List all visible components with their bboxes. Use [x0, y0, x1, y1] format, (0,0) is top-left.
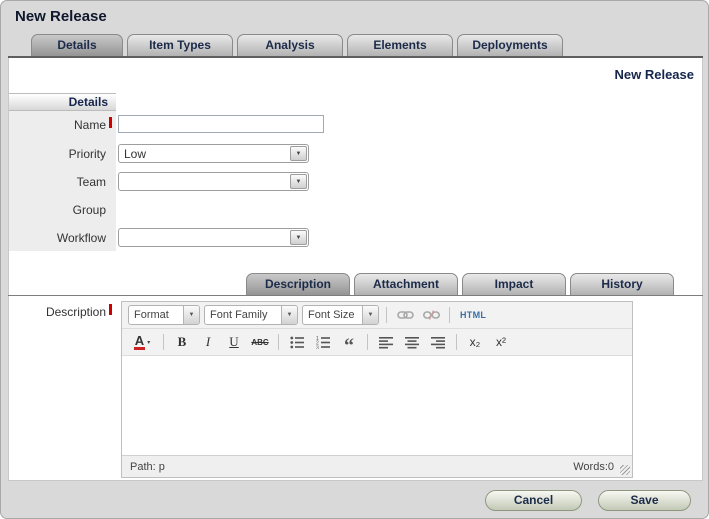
dropdown-arrow-icon: ▼ [362, 306, 378, 324]
toolbar-separator [367, 334, 368, 350]
font-size-select-value: Font Size [308, 309, 354, 321]
align-center-button[interactable] [401, 331, 423, 353]
numbered-list-button[interactable]: 1 2 3 [312, 331, 334, 353]
page-heading: New Release [615, 67, 695, 82]
tab-item-types[interactable]: Item Types [127, 34, 233, 56]
tab-description[interactable]: Description [246, 273, 350, 295]
toolbar-separator [449, 307, 450, 323]
blockquote-button[interactable]: “ [338, 331, 360, 353]
font-color-button[interactable]: A ▾ [128, 331, 156, 353]
bullet-list-button[interactable] [286, 331, 308, 353]
description-required-marker [109, 304, 112, 315]
group-label: Group [9, 203, 106, 217]
tab-elements[interactable]: Elements [347, 34, 453, 56]
priority-select[interactable]: Low ▼ [118, 144, 309, 163]
tab-deployments[interactable]: Deployments [457, 34, 563, 56]
new-release-window: New Release Details Item Types Analysis … [0, 0, 709, 519]
tab-history[interactable]: History [570, 273, 674, 295]
editor-toolbar-bottom: A ▾ B I U ABC 1 2 3 [122, 329, 632, 356]
tab-attachment[interactable]: Attachment [354, 273, 458, 295]
align-left-icon [379, 336, 394, 349]
workflow-select[interactable]: ▼ [118, 228, 309, 247]
priority-select-value: Low [124, 147, 146, 161]
toolbar-separator [278, 334, 279, 350]
priority-label: Priority [9, 147, 106, 161]
dropdown-arrow-icon[interactable]: ▼ [290, 230, 307, 245]
name-input[interactable] [118, 115, 324, 133]
dropdown-arrow-icon: ▼ [183, 306, 199, 324]
unlink-icon [423, 309, 440, 321]
dropdown-arrow-icon[interactable]: ▼ [290, 146, 307, 161]
editor-tab-divider [8, 295, 703, 296]
align-right-button[interactable] [427, 331, 449, 353]
editor-content[interactable] [122, 356, 632, 456]
toolbar-separator [456, 334, 457, 350]
resize-handle[interactable] [620, 465, 630, 475]
superscript-button[interactable]: x² [490, 331, 512, 353]
tab-analysis[interactable]: Analysis [237, 34, 343, 56]
html-source-button[interactable]: HTML [457, 304, 489, 326]
save-button[interactable]: Save [598, 490, 691, 511]
format-select[interactable]: Format ▼ [128, 305, 200, 325]
editor-toolbar-top: Format ▼ Font Family ▼ Font Size ▼ [122, 302, 632, 329]
align-right-icon [431, 336, 446, 349]
tab-details[interactable]: Details [31, 34, 123, 56]
cancel-button[interactable]: Cancel [485, 490, 582, 511]
bold-button[interactable]: B [171, 331, 193, 353]
font-size-select[interactable]: Font Size ▼ [302, 305, 379, 325]
font-family-select[interactable]: Font Family ▼ [204, 305, 298, 325]
toolbar-separator [386, 307, 387, 323]
bullet-list-icon [290, 336, 305, 349]
format-select-value: Format [134, 309, 169, 321]
team-label: Team [9, 175, 106, 189]
italic-button[interactable]: I [197, 331, 219, 353]
toolbar-separator [163, 334, 164, 350]
svg-text:3: 3 [316, 345, 319, 349]
rich-text-editor: Format ▼ Font Family ▼ Font Size ▼ [121, 301, 633, 478]
tab-impact[interactable]: Impact [462, 273, 566, 295]
font-family-select-value: Font Family [210, 309, 267, 321]
editor-word-count: Words:0 [573, 461, 614, 473]
font-color-icon: A [134, 335, 145, 350]
align-left-button[interactable] [375, 331, 397, 353]
team-select[interactable]: ▼ [118, 172, 309, 191]
window-title: New Release [15, 8, 107, 25]
name-required-marker [109, 117, 112, 128]
workflow-label: Workflow [9, 231, 106, 245]
subscript-button[interactable]: x₂ [464, 331, 486, 353]
insert-link-button[interactable] [394, 304, 416, 326]
editor-status-bar: Path: p Words:0 [122, 456, 632, 477]
link-icon [397, 309, 414, 321]
strikethrough-button[interactable]: ABC [249, 331, 271, 353]
details-section-header: Details [9, 93, 116, 111]
dropdown-arrow-icon: ▼ [281, 306, 297, 324]
remove-link-button[interactable] [420, 304, 442, 326]
dropdown-arrow-icon[interactable]: ▼ [290, 174, 307, 189]
underline-button[interactable]: U [223, 331, 245, 353]
editor-path-label: Path: p [130, 461, 165, 473]
description-label: Description [9, 305, 106, 319]
align-center-icon [405, 336, 420, 349]
name-label: Name [9, 118, 106, 132]
numbered-list-icon: 1 2 3 [316, 336, 331, 349]
dropdown-arrow-icon: ▾ [147, 339, 150, 346]
